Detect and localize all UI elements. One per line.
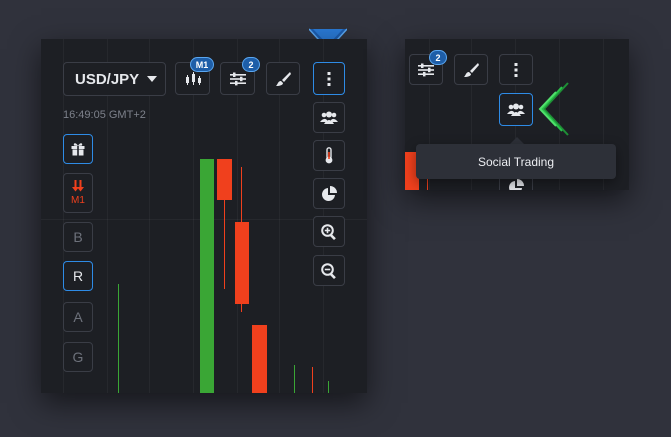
drawing-tools-button[interactable] (454, 54, 488, 85)
brush-icon (464, 62, 479, 77)
indicators-count-badge: 2 (429, 50, 447, 65)
tooltip-text: Social Trading (477, 154, 555, 169)
social-trading-button[interactable] (499, 93, 533, 126)
pie-chart-icon (509, 178, 524, 190)
more-menu-button[interactable] (313, 62, 345, 95)
candlestick-icon (185, 71, 201, 85)
option-a-label: A (73, 309, 83, 325)
candle-down (252, 325, 267, 393)
sliders-icon (418, 63, 434, 76)
expiration-label: M1 (71, 195, 85, 206)
option-g-button[interactable]: G (63, 342, 93, 372)
people-group-icon (320, 111, 338, 124)
tooltip-arrow (510, 137, 524, 144)
option-b-button[interactable]: B (63, 222, 93, 252)
gift-icon (71, 143, 85, 156)
sentiment-button[interactable] (313, 140, 345, 171)
caret-down-icon (147, 76, 158, 82)
candle-wick (328, 381, 329, 393)
candle-down (217, 159, 232, 200)
option-r-label: R (72, 268, 84, 284)
option-r-button[interactable]: R (63, 261, 93, 291)
candle-wick (118, 284, 119, 393)
currency-pair-selector[interactable]: USD/JPY (63, 62, 166, 96)
option-a-button[interactable]: A (63, 302, 93, 332)
candle-down (235, 222, 249, 304)
expiration-button[interactable]: M1 (63, 173, 93, 213)
zoom-out-icon (321, 262, 336, 279)
vertical-dots-icon (514, 62, 518, 77)
statistics-button[interactable] (313, 178, 345, 209)
option-g-label: G (72, 349, 84, 365)
timeframe-badge: M1 (190, 57, 214, 72)
arrows-up-down-icon (72, 180, 84, 192)
thermometer-icon (325, 147, 333, 164)
pie-chart-icon (322, 185, 337, 201)
brush-icon (276, 71, 291, 86)
zoom-out-button[interactable] (313, 255, 345, 286)
pointer-chevron-left-icon (538, 82, 569, 136)
more-menu-button[interactable] (499, 54, 533, 85)
candle-wick (294, 365, 295, 393)
indicators-count-badge: 2 (242, 57, 260, 72)
people-group-icon (507, 103, 525, 116)
social-trading-tooltip: Social Trading (416, 144, 616, 179)
server-time: 16:49:05 GMT+2 (63, 109, 146, 121)
zoom-in-icon (321, 223, 336, 240)
bonus-gift-button[interactable] (63, 134, 93, 164)
trading-chart-panel: USD/JPY M1 2 16:49:05 GMT+2 M1 B R A G (41, 39, 367, 393)
zoom-in-button[interactable] (313, 216, 345, 247)
option-b-label: B (73, 229, 83, 245)
drawing-tools-button[interactable] (266, 62, 300, 95)
candle-up (200, 159, 214, 393)
vertical-dots-icon (327, 71, 331, 86)
candle-wick (312, 367, 313, 393)
sliders-icon (229, 72, 246, 85)
currency-pair-label: USD/JPY (75, 70, 140, 88)
social-trading-button[interactable] (313, 102, 345, 133)
